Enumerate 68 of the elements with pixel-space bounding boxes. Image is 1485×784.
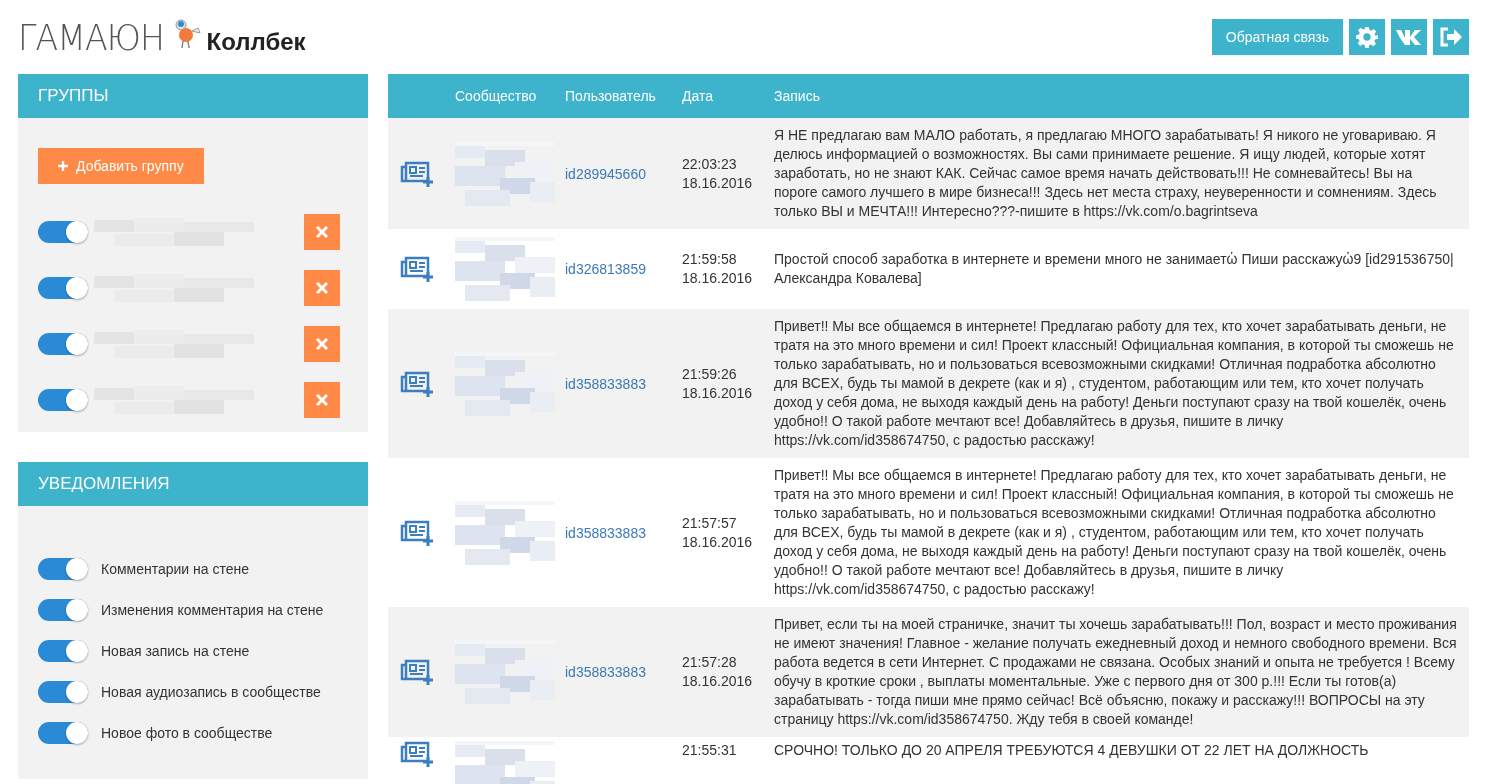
close-icon [316,226,328,238]
column-header: Сообщество [454,88,538,104]
settings-icon [1356,26,1378,48]
user-link[interactable]: id326813859 [565,261,646,277]
toggle-switch[interactable] [38,721,88,744]
vk-button[interactable] [1391,19,1427,55]
toggle-switch[interactable] [38,680,88,703]
toggle-switch[interactable] [38,598,88,621]
toggle-switch[interactable] [38,221,88,243]
logout-button[interactable] [1433,19,1469,55]
column-header: Дата [681,88,714,104]
toggle-switch[interactable] [38,389,88,411]
newspaper-plus-icon [399,256,434,282]
panel-title: ГРУППЫ [18,74,368,118]
logout-icon [1439,26,1463,48]
user-link[interactable]: id358833883 [565,375,646,392]
post-text: Привет!! Мы все общаемся в интернете! Предлагаю работу для тех, кто хочет зарабатывать деньги, не тратя на это много времени и сил! Проект классный! Официальная компания, в которой ты сможешь не только зарабатывать, но и пользоваться всевозможными скидками! Отличная подработка абсолютно для ВСЕХ, будь ты мамой в декрете (как и я) , студентом, работающим или тем, кто хочет получать доход у себя дома, не выходя каждый день на работу! Деньги поступают сразу на твой кошелёк, очень удобно!! О такой работе мечтают все! Добавляйтесь в друзья, пишите в личку https://vk.com/id358674750, с радостью расскажу! [774,317,1455,450]
newspaper-plus-icon [399,160,434,187]
post-date: 18.16.2016 [682,173,754,193]
bird-icon [172,19,203,49]
notification-label: Комментарии на стене [101,560,250,577]
delete-button[interactable] [304,214,340,250]
post-time: 21:59:26 [682,364,738,384]
settings-button[interactable] [1349,19,1385,55]
post-time: 21:55:31 [682,741,738,760]
delete-button[interactable] [304,270,340,306]
newspaper-plus-icon [399,519,434,546]
post-text: Привет, если ты на моей страничке, значит ты хочешь зарабатывать!!! Пол, возраст и место проживания не имеют значения! Главное - желание получать ежедневный доход и немного свободного времени. Вся работа ведется в сети Интернет. С продажами не связана. Особых знаний и опыта не требуется ! Всему обучу в кроткие сроки , выплаты моментальные. Уже с первого дня от 300 р.!!! Если ты готов(а) зарабатывать - тогда пиши мне прямо сейчас! Всё объясню, покажу и расскажу!!! ВОПРОСЫ на эту страницу https://vk.com/id358674750. Жду тебя в своей команде! [774,615,1457,729]
post-text: Простой способ заработка в интернете и времени много не занимаетὡ Пиши расскажуὠ9 [id291536750|Александра Ковалева] [774,250,1455,288]
vk-logo-icon [1396,29,1422,45]
post-time: 22:03:23 [682,154,738,174]
post-time: 21:57:57 [682,513,738,533]
notification-label: Новая аудиозапись в сообществе [101,683,321,700]
post-date: 18.16.2016 [682,269,754,288]
toggle-switch[interactable] [38,333,88,355]
post-time: 21:57:28 [682,653,738,672]
newspaper-plus-icon [399,741,434,767]
panel-title: УВЕДОМЛЕНИЯ [18,462,368,506]
user-link[interactable]: id358833883 [565,664,646,680]
close-icon [316,282,328,294]
newspaper-plus-icon [399,659,434,685]
post-text: Привет!! Мы все общаемся в интернете! Предлагаю работу для тех, кто хочет зарабатывать деньги, не тратя на это много времени и сил! Проект классный! Официальная компания, в которой ты сможешь не только зарабатывать, но и пользоваться всевозможными скидками! Отличная подработка абсолютно для ВСЕХ, будь ты мамой в декрете (как и я) , студентом, работающим или тем, кто хочет получать доход у себя дома, не выходя каждый день на работу! Деньги поступают сразу на твой кошелёк, очень удобно!! О такой работе мечтают все! Добавляйтесь в друзья, пишите в личку https://vk.com/id358674750, с радостью расскажу! [774,466,1455,599]
post-date: 18.16.2016 [682,532,754,552]
column-header: Запись [773,88,821,104]
toggle-switch[interactable] [38,557,88,580]
post-text: СРОЧНО! ТОЛЬКО ДО 20 АПРЕЛЯ ТРЕБУЮТСЯ 4 ДЕВУШКИ ОТ 22 ЛЕТ НА ДОЛЖНОСТЬ [774,741,1370,760]
toggle-switch[interactable] [38,277,88,299]
feedback-button[interactable]: Обратная связь [1211,19,1343,55]
add-group-button[interactable]: Добавить группу [38,148,204,184]
delete-button[interactable] [304,326,340,362]
plus-icon [58,161,68,171]
newspaper-plus-icon [399,370,434,397]
logo-text: ГАМАЮН [18,16,164,58]
close-icon [316,394,328,406]
app-title: Коллбек [206,28,306,56]
post-date: 18.16.2016 [682,383,754,403]
notification-label: Изменения комментария на стене [101,601,324,618]
delete-button[interactable] [304,382,340,418]
post-date: 18.16.2016 [682,672,754,691]
user-link[interactable]: id289945660 [565,165,646,182]
toggle-switch[interactable] [38,639,88,662]
column-header: Пользователь [564,88,657,104]
notification-label: Новое фото в сообществе [101,724,273,741]
user-link[interactable]: id358833883 [565,524,646,541]
post-time: 21:59:58 [682,250,738,269]
close-icon [316,338,328,350]
notification-label: Новая запись на стене [101,642,250,659]
post-text: Я НЕ предлагаю вам МАЛО работать, я предлагаю МНОГО зарабатывать! Я никого не уговариваю. Я делюсь информацией о возможностях. Вы сами принимаете решение. Я ищу людей, которые хотят заработать, но не знают КАК. Сейчас самое время начать действовать!!! Не сомневайтесь! Вы на пороге самого лучшего в мире бизнеса!!! Здесь нет места страху, неуверенности и сомнениям. Здесь только ВЫ и МЕЧТА!!! Интересно???-пишите в https://vk.com/o.bagrintseva [774,126,1438,221]
